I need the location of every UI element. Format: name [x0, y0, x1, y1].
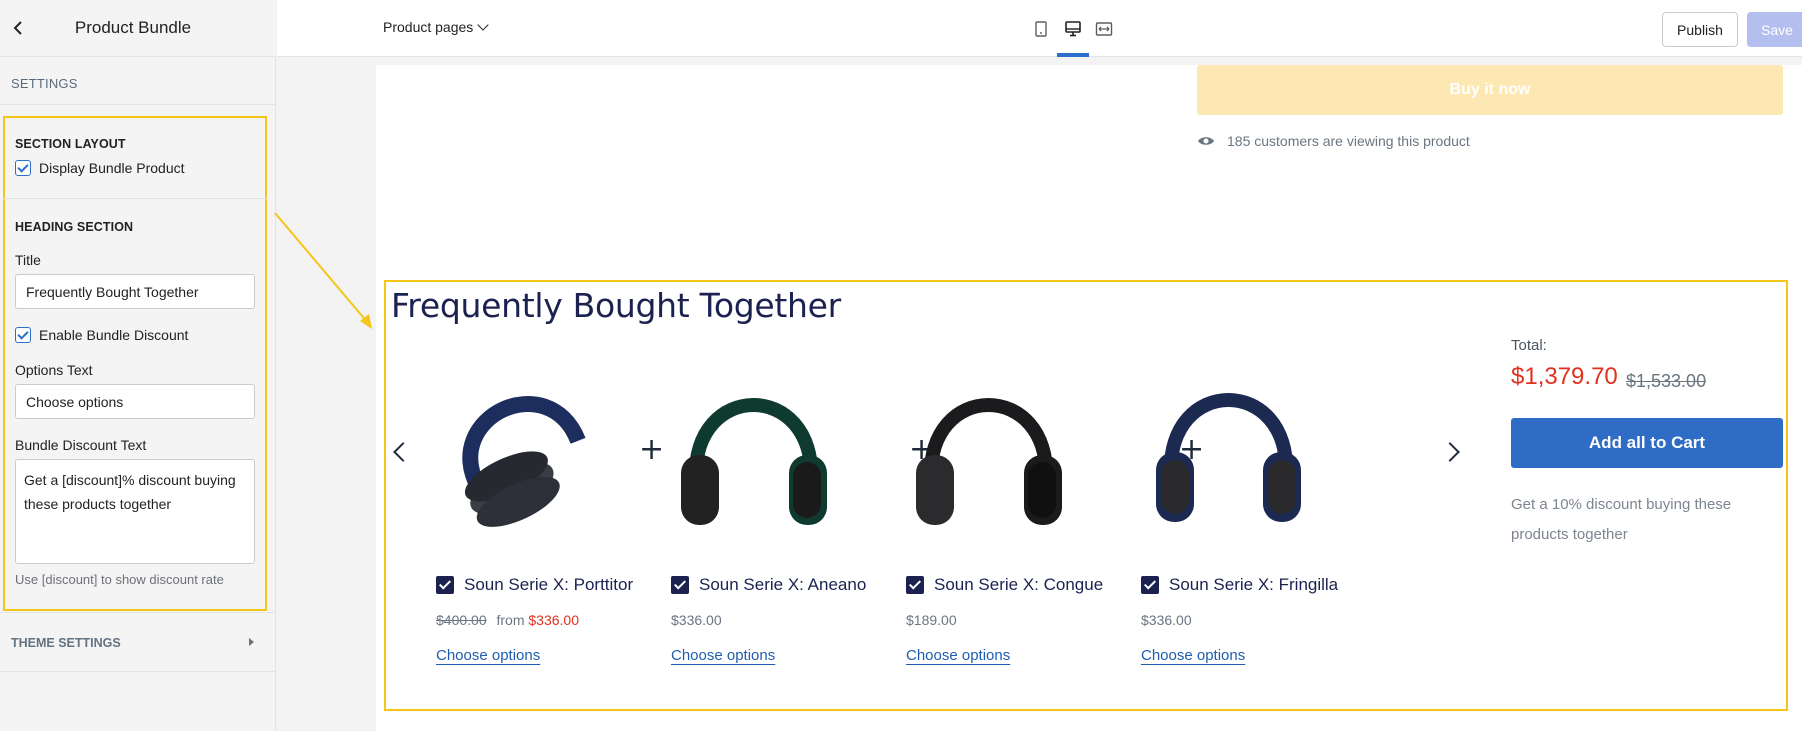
- annotation-arrow: [274, 212, 372, 329]
- product-name: Soun Serie X: Aneano: [699, 575, 867, 594]
- section-layout-heading: SECTION LAYOUT: [15, 137, 126, 151]
- headphones-image: [916, 398, 1062, 525]
- total-label: Total:: [1511, 337, 1547, 354]
- settings-label: SETTINGS: [11, 76, 78, 91]
- choose-options-link[interactable]: Choose options: [671, 647, 775, 664]
- total-price: $1,379.70: [1511, 363, 1618, 390]
- bundle-discount-text: Get a 10% discount buying these products…: [1511, 496, 1732, 543]
- product-name-row: Soun Serie X: Aneano: [671, 575, 866, 595]
- product-name: Soun Serie X: Porttitor: [464, 575, 634, 594]
- total-compare-price: $1,533.00: [1626, 371, 1707, 391]
- choose-options-link[interactable]: Choose options: [436, 647, 540, 664]
- product-price: $336.00: [1141, 612, 1192, 628]
- discount-text-label: Bundle Discount Text: [15, 437, 147, 453]
- theme-settings-label: THEME SETTINGS: [11, 636, 121, 650]
- sidebar-header: Product Bundle: [0, 0, 276, 57]
- sale-price: $336.00: [528, 612, 579, 628]
- bundle-product-card: Soun Serie X: Fringilla $336.00 Choose o…: [1111, 360, 1346, 664]
- product-name-row: Soun Serie X: Porttitor: [436, 575, 633, 595]
- product-checkbox[interactable]: [436, 576, 454, 594]
- display-bundle-label: Display Bundle Product: [39, 160, 185, 176]
- options-text-input[interactable]: [15, 384, 255, 419]
- choose-options-link[interactable]: Choose options: [1141, 647, 1245, 664]
- product-checkbox[interactable]: [671, 576, 689, 594]
- divider: [0, 104, 276, 105]
- options-text-label: Options Text: [15, 362, 93, 378]
- caret-right-icon: [249, 638, 254, 646]
- headphones-image: [681, 398, 827, 525]
- product-name-row: Soun Serie X: Congue: [906, 575, 1103, 595]
- choose-options-link[interactable]: Choose options: [906, 647, 1010, 664]
- back-arrow-icon[interactable]: [8, 18, 28, 38]
- divider: [3, 198, 267, 199]
- checkbox-checked-icon[interactable]: [15, 327, 31, 343]
- carousel-next-icon[interactable]: [1440, 442, 1460, 462]
- bundle-product-card: Soun Serie X: Aneano $336.00 Choose opti…: [641, 360, 876, 664]
- product-checkbox[interactable]: [906, 576, 924, 594]
- product-name: Soun Serie X: Fringilla: [1169, 575, 1339, 594]
- product-price: $336.00: [671, 612, 722, 628]
- from-label: from: [496, 612, 525, 628]
- discount-text-textarea[interactable]: Get a [discount]% discount buying these …: [15, 459, 255, 564]
- enable-discount-checkbox[interactable]: Enable Bundle Discount: [15, 325, 188, 345]
- price: $336.00: [671, 612, 722, 628]
- bundle-area: + + + Soun Serie X: Porttitor $400.00 fr…: [376, 0, 1802, 731]
- help-text: Use [discount] to show discount rate: [15, 572, 224, 587]
- product-price: $400.00 from $336.00: [436, 612, 579, 628]
- settings-sidebar: Product Bundle SETTINGS SECTION LAYOUT D…: [0, 0, 276, 731]
- product-name-row: Soun Serie X: Fringilla: [1141, 575, 1338, 595]
- headphones-image: [462, 396, 586, 527]
- checkbox-checked-icon[interactable]: [15, 160, 31, 176]
- product-price: $189.00: [906, 612, 957, 628]
- theme-settings-row[interactable]: THEME SETTINGS: [0, 612, 276, 672]
- product-checkbox[interactable]: [1141, 576, 1159, 594]
- price: $336.00: [1141, 612, 1192, 628]
- add-all-to-cart-button[interactable]: Add all to Cart: [1511, 418, 1783, 468]
- price: $189.00: [906, 612, 957, 628]
- heading-section-heading: HEADING SECTION: [15, 220, 134, 234]
- headphones-image: [1156, 393, 1301, 522]
- sidebar-title: Product Bundle: [74, 18, 192, 37]
- title-input[interactable]: [15, 274, 255, 309]
- compare-price: $400.00: [436, 612, 487, 628]
- enable-discount-label: Enable Bundle Discount: [39, 327, 189, 343]
- bundle-product-card: Soun Serie X: Porttitor $400.00 from $33…: [406, 360, 641, 664]
- display-bundle-checkbox[interactable]: Display Bundle Product: [15, 158, 185, 178]
- bundle-product-card: Soun Serie X: Congue $189.00 Choose opti…: [876, 360, 1111, 664]
- title-field-label: Title: [15, 252, 41, 268]
- product-name: Soun Serie X: Congue: [934, 575, 1104, 594]
